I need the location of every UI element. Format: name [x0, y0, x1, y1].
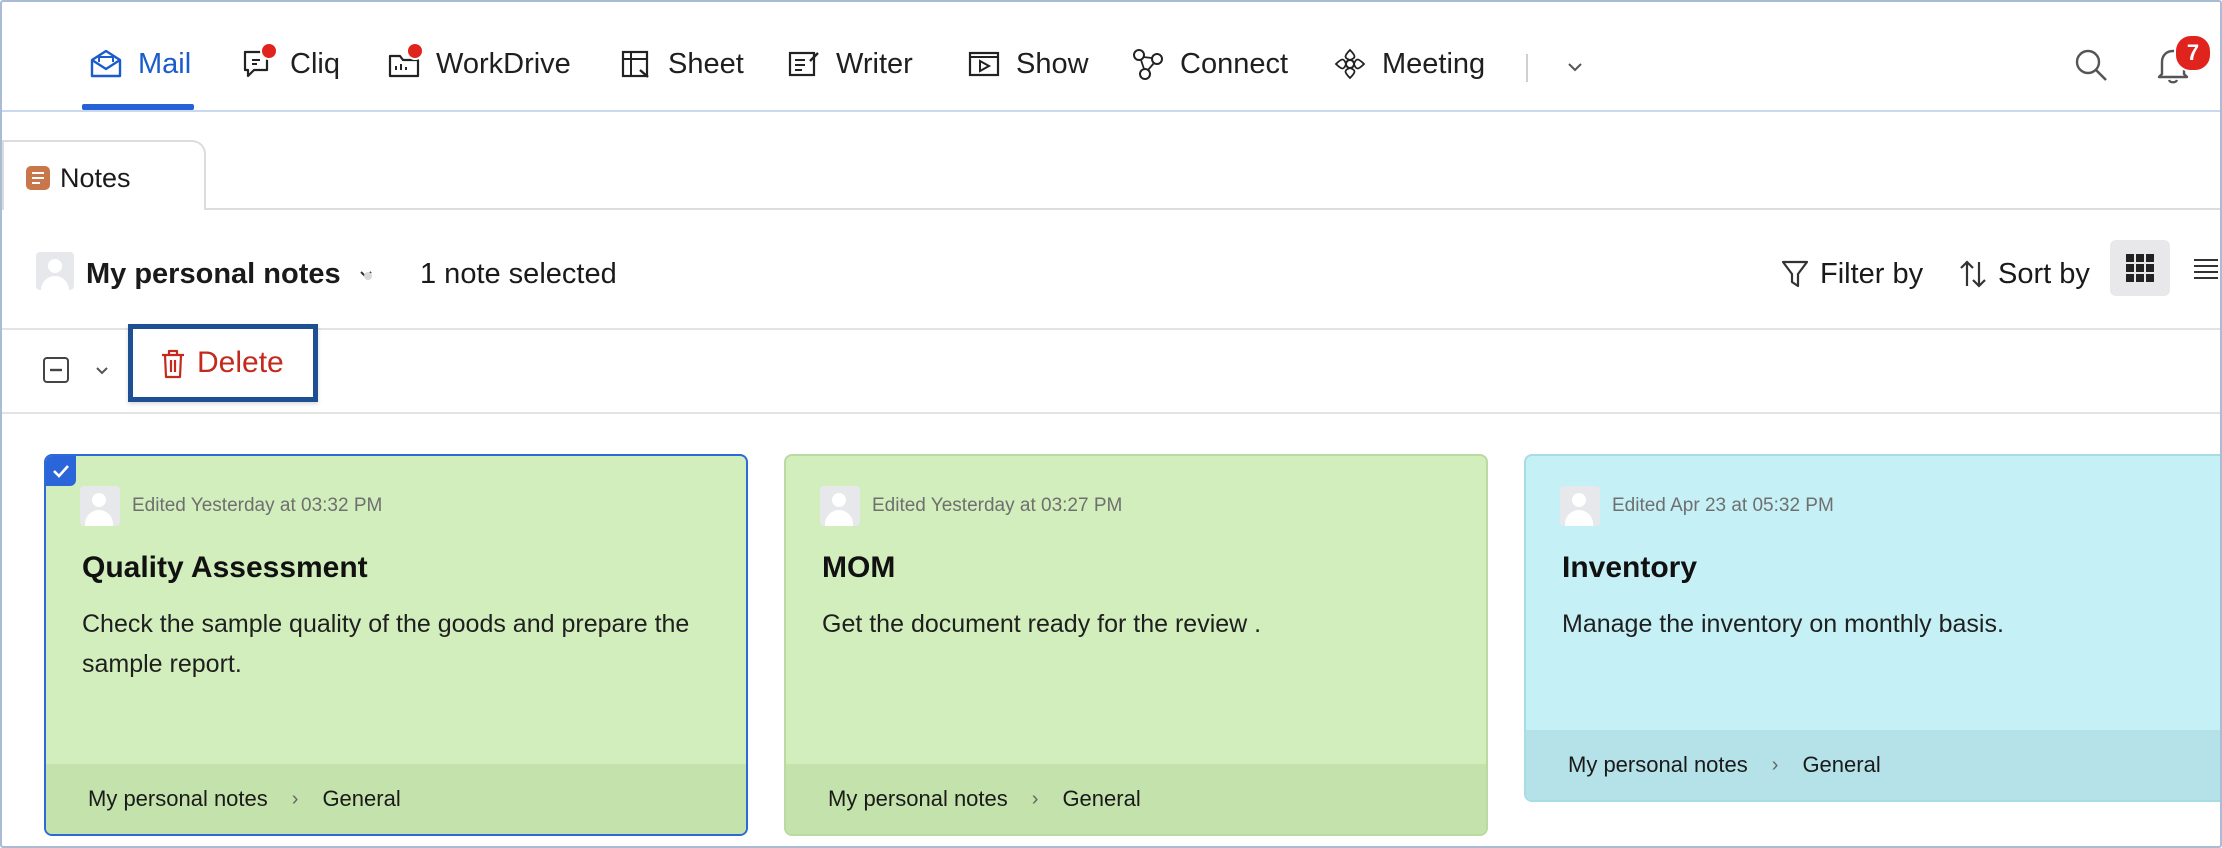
- note-title: MOM: [822, 551, 896, 584]
- note-meta: Edited Apr 23 at 05:32 PM: [1560, 486, 1834, 526]
- filter-icon: [1781, 260, 1809, 288]
- selection-count: 1 note selected: [420, 258, 617, 290]
- note-section: General: [1062, 786, 1141, 811]
- avatar: [820, 486, 860, 526]
- tab-notes-label: Notes: [60, 163, 131, 193]
- avatar: [1560, 486, 1600, 526]
- app-bar-divider: [1526, 54, 1528, 82]
- selection-chevron-down-icon[interactable]: [92, 360, 112, 380]
- active-tab-indicator: [82, 104, 194, 110]
- workdrive-unread-dot: [406, 42, 424, 60]
- tab-strip: Notes: [2, 112, 2220, 212]
- sort-label: Sort by: [1998, 258, 2090, 290]
- avatar: [80, 486, 120, 526]
- note-title: Inventory: [1562, 551, 1698, 584]
- note-section: General: [1802, 752, 1881, 777]
- app-switcher-bar: Mail Cliq WorkDrive Sheet Writer Show Co…: [2, 2, 2220, 112]
- writer-icon: [788, 51, 819, 77]
- breadcrumb-chevron-icon: ›: [291, 787, 299, 810]
- note-footer: My personal notes › General: [46, 764, 746, 834]
- note-footer: My personal notes › General: [786, 764, 1486, 834]
- note-notebook: My personal notes: [88, 786, 268, 811]
- app-meeting[interactable]: Meeting: [1332, 40, 1485, 90]
- note-card[interactable]: Edited Yesterday at 03:27 PM MOM Get the…: [784, 454, 1488, 836]
- breadcrumb-chevron-icon: ›: [1771, 753, 1779, 776]
- app-show[interactable]: Show: [966, 40, 1089, 90]
- cliq-unread-dot: [260, 42, 278, 60]
- app-cliq[interactable]: Cliq: [240, 40, 340, 90]
- search-icon[interactable]: [2072, 46, 2110, 84]
- sheet-icon: [621, 50, 649, 78]
- grid-view-button[interactable]: [2110, 240, 2170, 296]
- app-workdrive[interactable]: WorkDrive: [386, 40, 571, 90]
- avatar: [36, 252, 74, 290]
- app-sheet-label: Sheet: [668, 48, 744, 80]
- show-icon: [968, 51, 1000, 77]
- note-edited-time: Edited Yesterday at 03:27 PM: [872, 495, 1123, 516]
- notes-toolbar: My personal notes 1 note selected Filter…: [2, 210, 2220, 330]
- grid-view-icon: [2126, 254, 2154, 282]
- note-edited-time: Edited Apr 23 at 05:32 PM: [1612, 495, 1834, 516]
- app-meeting-label: Meeting: [1382, 48, 1486, 80]
- app-connect[interactable]: Connect: [1130, 40, 1288, 90]
- app-show-label: Show: [1016, 48, 1089, 80]
- separator-dot: [364, 272, 372, 280]
- notebook-selector[interactable]: My personal notes: [86, 254, 375, 294]
- note-body: Check the sample quality of the goods an…: [82, 610, 690, 678]
- selected-check-icon[interactable]: [46, 456, 76, 486]
- notification-badge: 7: [2174, 34, 2212, 72]
- note-body: Get the document ready for the review .: [822, 610, 1262, 638]
- note-section: General: [322, 786, 401, 811]
- app-sheet[interactable]: Sheet: [618, 40, 744, 90]
- note-meta: Edited Yesterday at 03:27 PM: [820, 486, 1122, 526]
- note-card[interactable]: Edited Apr 23 at 05:32 PM Inventory Mana…: [1524, 454, 2220, 802]
- notebook-name: My personal notes: [86, 258, 341, 290]
- note-title: Quality Assessment: [82, 551, 368, 584]
- app-connect-label: Connect: [1180, 48, 1289, 80]
- app-mail-label: Mail: [138, 48, 192, 80]
- delete-button[interactable]: Delete: [128, 324, 318, 402]
- app-cliq-label: Cliq: [290, 48, 340, 80]
- mail-icon: [90, 49, 122, 78]
- tab-notes[interactable]: Notes: [2, 140, 206, 212]
- trash-icon: [162, 349, 184, 379]
- note-meta: Edited Yesterday at 03:32 PM: [80, 486, 382, 526]
- connect-icon: [1133, 49, 1163, 80]
- note-notebook: My personal notes: [1568, 752, 1748, 777]
- note-card[interactable]: Edited Yesterday at 03:32 PM Quality Ass…: [44, 454, 748, 836]
- filter-button[interactable]: Filter by: [1780, 254, 1923, 294]
- sort-icon: [1960, 260, 1986, 288]
- list-view-icon[interactable]: [2190, 254, 2218, 284]
- app-window: Mail Cliq WorkDrive Sheet Writer Show Co…: [0, 0, 2222, 848]
- app-mail[interactable]: Mail: [88, 40, 191, 90]
- selection-action-bar: Delete: [2, 324, 2220, 414]
- filter-label: Filter by: [1820, 258, 1924, 290]
- select-all-checkbox[interactable]: [42, 356, 70, 384]
- note-notebook: My personal notes: [828, 786, 1008, 811]
- app-writer-label: Writer: [836, 48, 913, 80]
- app-workdrive-label: WorkDrive: [436, 48, 571, 80]
- sort-button[interactable]: Sort by: [1958, 254, 2090, 294]
- more-apps-chevron-icon[interactable]: [1564, 56, 1586, 78]
- breadcrumb-chevron-icon: ›: [1031, 787, 1039, 810]
- note-body: Manage the inventory on monthly basis.: [1562, 610, 2004, 638]
- note-footer: My personal notes › General: [1526, 730, 2220, 800]
- app-writer[interactable]: Writer: [786, 40, 913, 90]
- notes-icon: [26, 166, 50, 190]
- meeting-icon: [1334, 48, 1366, 80]
- note-edited-time: Edited Yesterday at 03:32 PM: [132, 495, 383, 516]
- delete-label: Delete: [197, 346, 284, 379]
